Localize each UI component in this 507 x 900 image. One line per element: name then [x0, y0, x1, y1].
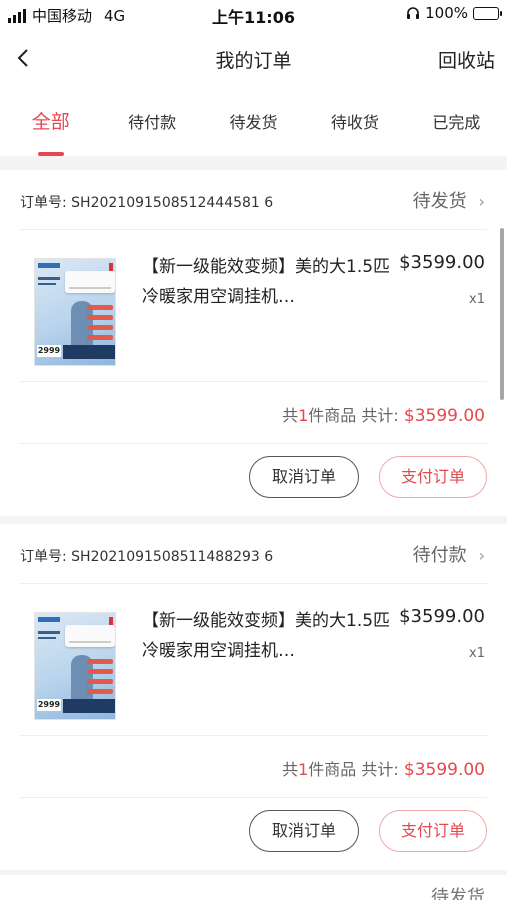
order-product[interactable]: 2999 【新一级能效变频】美的大1.5匹冷暖家用空调挂机… $3599.00 …: [20, 584, 487, 736]
order-card-partial: 待发货: [0, 875, 507, 900]
page-title: 我的订单: [215, 50, 292, 72]
cancel-order-button[interactable]: 取消订单: [249, 456, 359, 498]
summary-prefix: 共: [282, 760, 299, 779]
order-status-label: 待发货: [431, 887, 485, 900]
status-right: 100%: [406, 4, 502, 22]
order-status-label: 待发货: [412, 191, 467, 212]
order-header[interactable]: 订单号: SH2021091508511488293 6 待付款 ›: [20, 524, 487, 584]
tab-completed[interactable]: 已完成: [406, 90, 507, 156]
status-bar: 中国移动 4G 上午11:06 100%: [0, 0, 507, 28]
summary-middle: 件商品 共计:: [308, 406, 404, 425]
pay-order-button[interactable]: 支付订单: [379, 456, 487, 498]
product-quantity: x1: [469, 292, 485, 307]
order-summary: 共1件商品 共计: $3599.00: [20, 382, 487, 444]
order-total: $3599.00: [403, 406, 485, 426]
order-product[interactable]: 2999 【新一级能效变频】美的大1.5匹冷暖家用空调挂机… $3599.00 …: [20, 230, 487, 382]
product-thumbnail: 2999: [34, 612, 116, 720]
summary-count: 1: [298, 760, 309, 779]
tab-pending-receipt[interactable]: 待收货: [304, 90, 405, 156]
thumbnail-price: 2999: [37, 345, 61, 357]
product-quantity: x1: [469, 646, 485, 661]
battery-percent: 100%: [425, 4, 468, 22]
recycle-bin-link[interactable]: 回收站: [438, 46, 495, 73]
cancel-order-button[interactable]: 取消订单: [249, 810, 359, 852]
product-thumbnail: 2999: [34, 258, 116, 366]
pay-order-button[interactable]: 支付订单: [379, 810, 487, 852]
tab-all[interactable]: 全部: [0, 90, 101, 156]
product-name: 【新一级能效变频】美的大1.5匹冷暖家用空调挂机…: [142, 611, 391, 661]
order-total: $3599.00: [403, 760, 485, 780]
order-number: 订单号: SH2021091508511488293 6: [20, 549, 274, 565]
order-tabs: 全部 待付款 待发货 待收货 已完成: [0, 90, 507, 156]
order-number: 订单号: SH2021091508512444581 6: [20, 195, 274, 211]
nav-bar: 我的订单 回收站: [0, 28, 507, 90]
chevron-right-icon: ›: [478, 192, 485, 211]
battery-icon: [473, 6, 502, 20]
order-header[interactable]: 订单号: SH2021091508512444581 6 待发货 ›: [20, 170, 487, 230]
product-name: 【新一级能效变频】美的大1.5匹冷暖家用空调挂机…: [142, 257, 391, 307]
order-card: 订单号: SH2021091508512444581 6 待发货 › 2999 【…: [0, 170, 507, 516]
order-status-label: 待付款: [412, 545, 467, 566]
thumbnail-price: 2999: [37, 699, 61, 711]
summary-count: 1: [298, 406, 309, 425]
headphones-icon: [407, 7, 420, 19]
chevron-right-icon: ›: [478, 546, 485, 565]
summary-middle: 件商品 共计:: [308, 760, 404, 779]
scrollbar[interactable]: [500, 228, 504, 400]
tab-pending-payment[interactable]: 待付款: [101, 90, 202, 156]
tab-pending-shipment[interactable]: 待发货: [203, 90, 304, 156]
summary-prefix: 共: [282, 406, 299, 425]
order-status: 待付款 ›: [413, 541, 485, 567]
order-actions: 取消订单 支付订单: [20, 798, 487, 870]
order-status: 待发货 ›: [413, 187, 485, 213]
order-summary: 共1件商品 共计: $3599.00: [20, 736, 487, 798]
order-actions: 取消订单 支付订单: [20, 444, 487, 516]
product-price: $3599.00: [399, 252, 485, 273]
order-card: 订单号: SH2021091508511488293 6 待付款 › 2999 【…: [0, 524, 507, 870]
product-price: $3599.00: [399, 606, 485, 627]
